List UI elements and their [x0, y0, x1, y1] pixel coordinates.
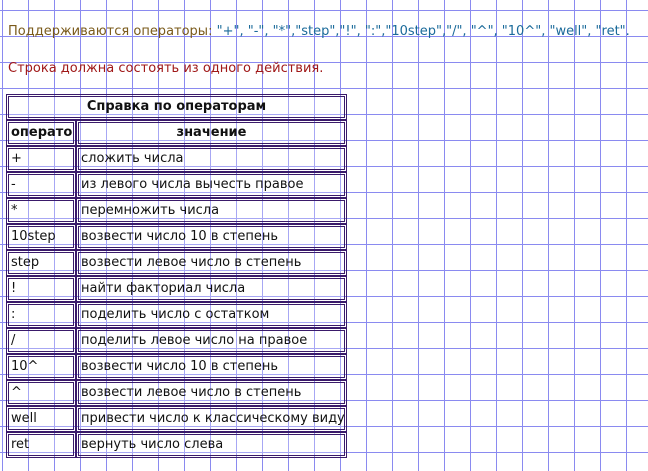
- operator-cell: -: [6, 172, 76, 198]
- meaning-cell: перемножить числа: [76, 198, 347, 224]
- table-row: 10^ возвести число 10 в степень: [6, 354, 347, 380]
- meaning-cell: возвести число 10 в степень: [76, 224, 347, 250]
- supported-operators-list: "+", "-", "*","step","!", ":","10step","…: [216, 24, 630, 39]
- meaning-cell: вернуть число слева: [76, 432, 347, 458]
- operator-cell: 10^: [6, 354, 76, 380]
- single-action-rule-text: Строка должна состоять из одного действи…: [8, 61, 324, 76]
- meaning-cell: возвести левое число в степень: [76, 380, 347, 406]
- table-row: ! найти факториал числа: [6, 276, 347, 302]
- meaning-cell: возвести левое число в степень: [76, 250, 347, 276]
- table-row: ret вернуть число слева: [6, 432, 347, 458]
- operator-cell: 10step: [6, 224, 76, 250]
- meaning-cell: привести число к классическому виду: [76, 406, 347, 432]
- table-row: step возвести левое число в степень: [6, 250, 347, 276]
- operator-cell: /: [6, 328, 76, 354]
- meaning-cell: возвести число 10 в степень: [76, 354, 347, 380]
- meaning-cell: поделить левое число на правое: [76, 328, 347, 354]
- table-row: / поделить левое число на правое: [6, 328, 347, 354]
- table-title-row: Справка по операторам: [6, 94, 347, 120]
- column-header-operator: оператор: [6, 120, 76, 146]
- table-row: 10step возвести число 10 в степень: [6, 224, 347, 250]
- operator-reference-table: Справка по операторам оператор значение …: [6, 94, 347, 460]
- table-row: * перемножить числа: [6, 198, 347, 224]
- supported-operators-text: Поддерживаются операторы: "+", "-", "*",…: [8, 24, 630, 39]
- operator-cell: *: [6, 198, 76, 224]
- operator-cell: :: [6, 302, 76, 328]
- operator-cell: ^: [6, 380, 76, 406]
- meaning-cell: найти факториал числа: [76, 276, 347, 302]
- table-body: + сложить числа - из левого числа вычесть п…: [6, 146, 347, 458]
- meaning-cell: поделить число с остатком: [76, 302, 347, 328]
- operator-cell: +: [6, 146, 76, 172]
- column-header-meaning: значение: [76, 120, 347, 146]
- table-header-row: оператор значение: [6, 120, 347, 146]
- operator-cell: !: [6, 276, 76, 302]
- table-row: ^ возвести левое число в степень: [6, 380, 347, 406]
- operator-cell: well: [6, 406, 76, 432]
- meaning-cell: сложить числа: [76, 146, 347, 172]
- operator-cell: step: [6, 250, 76, 276]
- table-row: well привести число к классическому виду: [6, 406, 347, 432]
- supported-operators-prefix: Поддерживаются операторы:: [8, 24, 217, 39]
- table-title: Справка по операторам: [6, 94, 347, 120]
- table-row: : поделить число с остатком: [6, 302, 347, 328]
- table-row: + сложить числа: [6, 146, 347, 172]
- table-row: - из левого числа вычесть правое: [6, 172, 347, 198]
- operator-cell: ret: [6, 432, 76, 458]
- meaning-cell: из левого числа вычесть правое: [76, 172, 347, 198]
